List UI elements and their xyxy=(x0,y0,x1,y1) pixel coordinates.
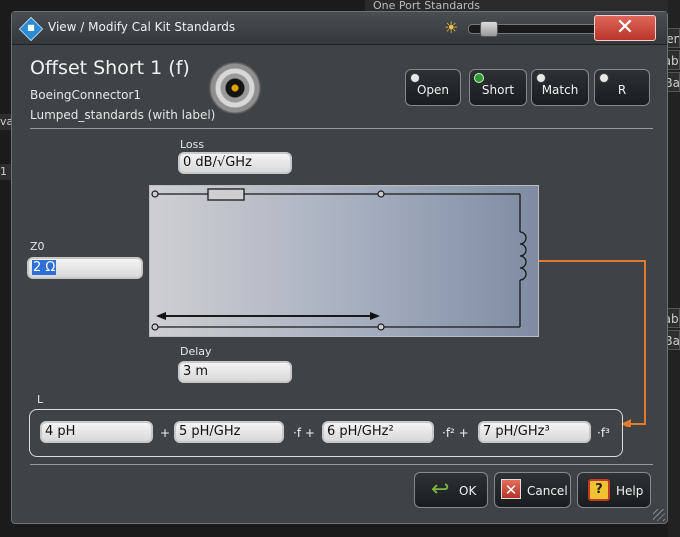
cancel-button[interactable]: ✕ Cancel xyxy=(494,472,571,508)
brightness-slider[interactable] xyxy=(468,21,600,37)
short-standard-label: Short xyxy=(481,83,515,97)
match-standard-button[interactable]: Match xyxy=(531,69,589,106)
plus-operator: + xyxy=(160,426,171,440)
check-arrow-icon: ↩ xyxy=(431,477,450,502)
resize-grip-icon[interactable] xyxy=(653,509,665,521)
r-standard-button[interactable]: R xyxy=(594,69,650,106)
z0-value: 2 Ω xyxy=(32,260,57,275)
l1-input[interactable]: 5 pH/GHz xyxy=(174,421,284,443)
dialog-title: View / Modify Cal Kit Standards xyxy=(48,20,236,34)
cal-kit-standards-dialog: View / Modify Cal Kit Standards ☀ ✕ Offs… xyxy=(11,11,668,524)
close-button[interactable]: ✕ xyxy=(594,15,656,41)
app-logo-icon xyxy=(18,16,44,42)
separator xyxy=(30,464,653,465)
standard-title: Offset Short 1 (f) xyxy=(30,57,190,79)
inductance-arrow xyxy=(539,260,646,427)
f3-operator: ·f³ xyxy=(597,426,610,440)
ok-label: OK xyxy=(459,484,477,498)
circuit-schematic xyxy=(151,188,527,331)
help-button[interactable]: ? Help xyxy=(577,472,651,508)
match-standard-label: Match xyxy=(541,83,579,97)
cancel-x-icon: ✕ xyxy=(501,479,521,499)
connector-name: BoeingConnector1 xyxy=(30,88,142,102)
status-led-icon xyxy=(599,73,609,83)
delay-label: Delay xyxy=(180,345,212,358)
status-led-icon xyxy=(474,73,484,83)
loss-input[interactable]: 0 dB/√GHz xyxy=(178,152,292,174)
ok-button[interactable]: ↩ OK xyxy=(414,472,488,508)
loss-label: Loss xyxy=(180,138,205,151)
f2-operator: ·f² + xyxy=(442,426,469,440)
r-standard-label: R xyxy=(617,83,627,97)
status-led-icon xyxy=(410,73,420,83)
offset-short-circuit-diagram xyxy=(149,185,539,337)
help-icon: ? xyxy=(588,479,610,501)
open-standard-button[interactable]: Open xyxy=(405,69,461,106)
brightness-icon: ☀ xyxy=(444,18,459,37)
dialog-titlebar[interactable]: View / Modify Cal Kit Standards ☀ ✕ xyxy=(12,12,667,45)
f-operator: ·f + xyxy=(293,426,315,440)
brightness-slider-handle[interactable] xyxy=(480,21,498,37)
separator xyxy=(30,128,653,129)
l0-input[interactable]: 4 pH xyxy=(40,421,153,443)
help-label: Help xyxy=(616,484,644,498)
connector-icon xyxy=(209,62,261,114)
open-standard-label: Open xyxy=(416,83,450,97)
delay-input[interactable]: 3 m xyxy=(178,361,292,383)
z0-label: Z0 xyxy=(30,240,45,253)
inductance-label: L xyxy=(37,393,44,406)
short-standard-button[interactable]: Short xyxy=(469,69,527,106)
l2-input[interactable]: 6 pH/GHz² xyxy=(322,421,434,443)
l3-input[interactable]: 7 pH/GHz³ xyxy=(478,421,591,443)
cancel-label: Cancel xyxy=(527,484,568,498)
status-led-icon xyxy=(536,73,546,83)
z0-input[interactable]: 2 Ω xyxy=(27,257,143,279)
cal-kit-name: Lumped_standards (with label) xyxy=(30,108,216,122)
